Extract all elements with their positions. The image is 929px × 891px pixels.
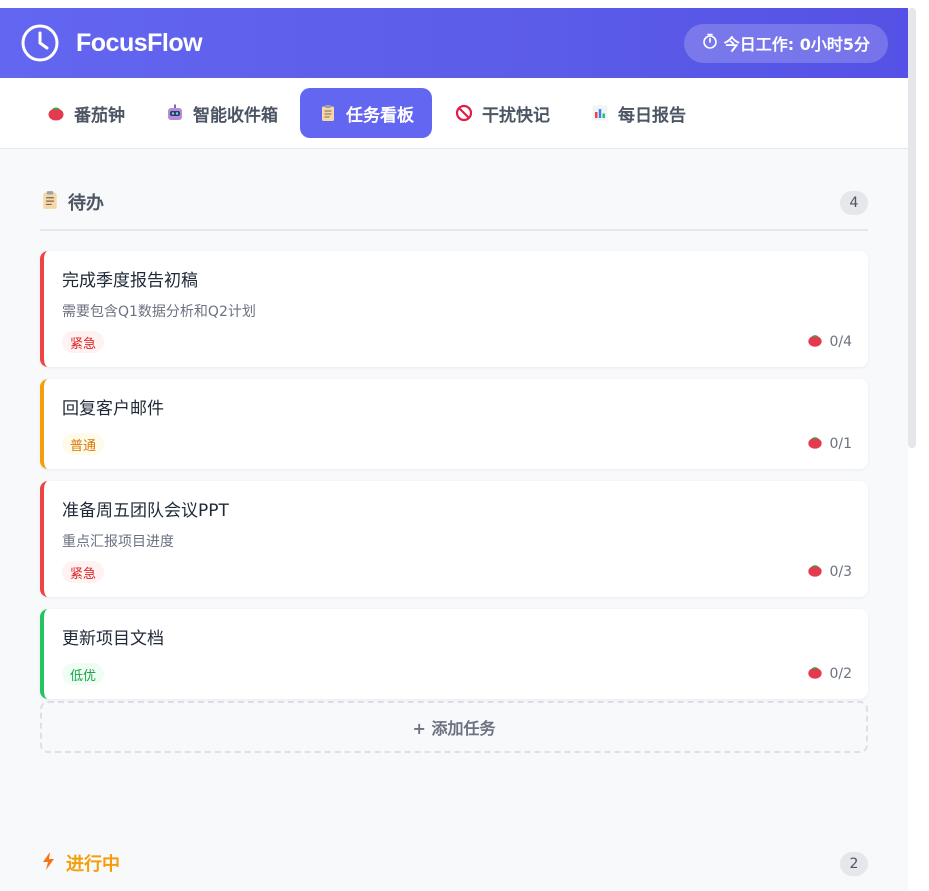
tab-label: 干扰快记 [482,105,550,126]
pomodoro-count: 0/2 [829,666,852,682]
task-title: 回复客户邮件 [62,399,164,419]
tomato-icon [807,664,823,684]
tab-smart-inbox[interactable]: 智能收件箱 [147,88,296,138]
work-time-text: 今日工作: 0小时5分 [723,35,870,54]
tab-daily-report[interactable]: 每日报告 [572,88,704,138]
bar-chart-icon [590,103,610,123]
pomodoro-count: 0/1 [829,436,852,452]
task-footer: 紧急 0/4 [62,331,852,353]
task-count-badge: 2 [840,852,868,876]
priority-tag: 紧急 [62,331,105,353]
main-nav: 番茄钟 智能收件箱 任务看板 干扰快记 每日报告 [0,78,908,149]
clipboard-icon [40,190,60,215]
task-description: 重点汇报项目进度 [62,534,174,550]
task-footer: 低优 0/2 [62,663,852,685]
pomodoro-progress: 0/2 [807,664,852,684]
app-window: FocusFlow 今日工作: 0小时5分 番茄钟 智能收件箱 任务看板 干扰快… [0,8,908,891]
task-footer: 普通 0/1 [62,433,852,455]
pomodoro-progress: 0/4 [807,332,852,352]
task-card[interactable]: 回复客户邮件 普通 0/1 [40,379,868,469]
tomato-icon [807,562,823,582]
column-title: 进行中 [40,850,120,876]
task-count-badge: 4 [840,191,868,215]
scrollbar[interactable] [908,8,929,891]
clipboard-icon [318,103,338,123]
tab-label: 每日报告 [618,105,686,126]
tomato-icon [46,103,66,123]
tab-label: 智能收件箱 [193,105,278,126]
task-list: 完成季度报告初稿 需要包含Q1数据分析和Q2计划 紧急 0/4 回复客户邮件 普… [40,251,868,699]
brand: FocusFlow [20,23,203,63]
tab-label: 任务看板 [346,105,414,126]
column-header: 进行中 2 [40,798,868,890]
pomodoro-progress: 0/3 [807,562,852,582]
tab-task-board[interactable]: 任务看板 [300,88,432,138]
tab-distraction-notes[interactable]: 干扰快记 [436,88,568,138]
priority-tag: 紧急 [62,561,105,583]
tomato-icon [807,434,823,454]
add-task-button[interactable]: + 添加任务 [40,701,868,753]
pomodoro-progress: 0/1 [807,434,852,454]
column-in-progress: 进行中 2 [0,798,908,890]
stopwatch-icon [702,33,718,53]
task-title: 准备周五团队会议PPT [62,501,229,521]
pomodoro-count: 0/4 [829,334,852,350]
tomato-icon [807,332,823,352]
task-title: 更新项目文档 [62,629,164,649]
column-title: 待办 [40,189,104,215]
task-card[interactable]: 更新项目文档 低优 0/2 [40,609,868,699]
column-title-text: 待办 [68,193,104,214]
work-time-badge: 今日工作: 0小时5分 [683,23,888,63]
column-todo: 待办 4 完成季度报告初稿 需要包含Q1数据分析和Q2计划 紧急 0/4 回复客… [0,149,908,753]
column-header: 待办 4 [40,149,868,231]
priority-tag: 普通 [62,433,105,455]
tab-label: 番茄钟 [74,105,125,126]
clock-icon [20,23,60,63]
task-description: 需要包含Q1数据分析和Q2计划 [62,304,256,320]
priority-tag: 低优 [62,663,105,685]
task-card[interactable]: 完成季度报告初稿 需要包含Q1数据分析和Q2计划 紧急 0/4 [40,251,868,367]
robot-icon [165,103,185,123]
tab-pomodoro[interactable]: 番茄钟 [28,88,143,138]
task-title: 完成季度报告初稿 [62,271,198,291]
task-card[interactable]: 准备周五团队会议PPT 重点汇报项目进度 紧急 0/3 [40,481,868,597]
app-name: FocusFlow [76,28,203,57]
column-title-text: 进行中 [66,854,120,875]
pomodoro-count: 0/3 [829,564,852,580]
scrollbar-thumb[interactable] [908,8,916,448]
task-footer: 紧急 0/3 [62,561,852,583]
app-header: FocusFlow 今日工作: 0小时5分 [0,8,908,78]
prohibited-icon [454,103,474,123]
lightning-icon [40,851,58,876]
